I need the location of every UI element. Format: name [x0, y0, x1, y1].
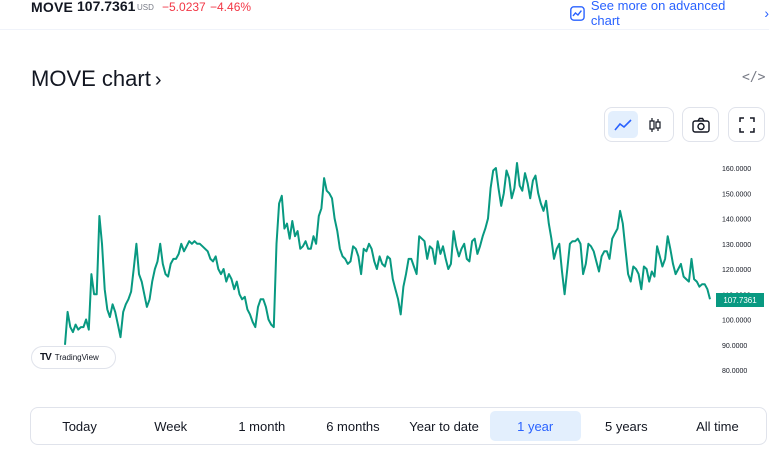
fullscreen-group [728, 107, 765, 142]
last-price: 107.7361 [77, 0, 136, 14]
price-change: −5.0237 [162, 0, 206, 14]
chart-title-link[interactable]: MOVE chart › [31, 66, 161, 92]
y-tick-label: 150.0000 [722, 191, 751, 198]
y-tick-label: 130.0000 [722, 242, 751, 249]
price-chart[interactable]: 160.0000 150.0000 140.0000 130.0000 120.0000… [30, 150, 769, 380]
quote-header: MOVE 107.7361 USD −5.0237 −4.46% See mor… [0, 0, 769, 30]
price-line [64, 162, 711, 345]
currency-label: USD [137, 3, 154, 12]
tradingview-label: TradingView [54, 353, 99, 362]
line-chart-icon [614, 118, 632, 131]
fullscreen-icon [738, 116, 755, 133]
time-range-selector: Today Week 1 month 6 months Year to date… [30, 407, 767, 445]
y-tick-label: 160.0000 [722, 166, 751, 173]
chart-box-icon [570, 5, 585, 21]
range-6-months-button[interactable]: 6 months [307, 411, 398, 441]
chart-title: MOVE chart [31, 66, 151, 91]
chevron-right-icon: › [154, 69, 162, 91]
tradingview-badge[interactable]: TV TradingView [31, 346, 116, 369]
range-ytd-button[interactable]: Year to date [399, 411, 490, 441]
fullscreen-button[interactable] [732, 111, 761, 138]
y-tick-label: 120.0000 [722, 267, 751, 274]
snapshot-button[interactable] [686, 111, 715, 138]
price-change-percent: −4.46% [210, 0, 252, 14]
range-1-month-button[interactable]: 1 month [216, 411, 307, 441]
snapshot-group [682, 107, 719, 142]
embed-code-icon[interactable]: </> [742, 70, 765, 85]
symbol-ticker: MOVE [31, 0, 74, 15]
advanced-chart-label: See more on advanced chart [590, 0, 726, 28]
advanced-chart-link[interactable]: See more on advanced chart › [570, 0, 769, 28]
y-tick-label: 80.0000 [722, 368, 747, 375]
candles-button[interactable] [640, 111, 670, 138]
range-5-years-button[interactable]: 5 years [581, 411, 672, 441]
y-tick-label: 100.0000 [722, 318, 751, 325]
candles-icon [649, 117, 661, 132]
last-value-label: 107.7361 [723, 296, 757, 305]
range-all-time-button[interactable]: All time [672, 411, 763, 441]
range-1-year-button[interactable]: 1 year [489, 411, 581, 441]
range-today-button[interactable]: Today [34, 411, 125, 441]
chart-type-toggle [604, 107, 674, 142]
tradingview-logo: TV [40, 352, 52, 363]
line-chart-button[interactable] [608, 111, 638, 138]
y-tick-label: 140.0000 [722, 217, 751, 224]
camera-icon [691, 117, 710, 133]
y-tick-label: 90.0000 [722, 343, 747, 350]
chevron-right-icon: › [764, 5, 769, 21]
range-week-button[interactable]: Week [125, 411, 216, 441]
